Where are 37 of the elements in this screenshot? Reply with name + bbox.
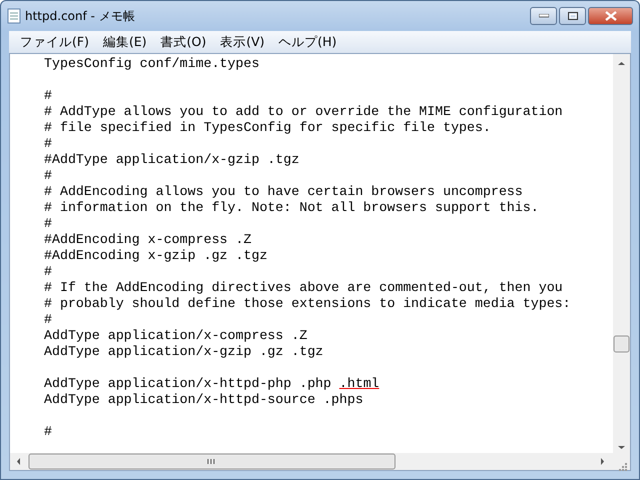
menu-item[interactable]: 書式(O)	[154, 32, 214, 52]
menu-item[interactable]: 編集(E)	[96, 32, 154, 52]
code-line: # file specified in TypesConfig for specific file types.	[44, 120, 492, 136]
code-line: #	[44, 216, 53, 232]
code-line: AddType application/x-httpd-source .phps	[44, 392, 364, 408]
code-line: TypesConfig conf/mime.types	[44, 56, 260, 72]
code-line: #	[44, 168, 53, 184]
menu-item[interactable]: ファイル(F)	[13, 32, 96, 52]
minimize-button[interactable]	[530, 7, 557, 25]
code-line: AddType application/x-httpd-php .php .html	[44, 376, 380, 392]
code-line: #AddEncoding x-compress .Z	[44, 232, 252, 248]
code-line: # information on the fly. Note: Not all browsers support this.	[44, 200, 540, 216]
minimize-icon	[538, 14, 548, 18]
code-line: #	[44, 424, 53, 440]
window-title: httpd.conf - メモ帳	[25, 8, 135, 25]
menu-item[interactable]: ヘルプ(H)	[272, 32, 344, 52]
vertical-scrollbar[interactable]	[613, 54, 630, 453]
code-line: #	[44, 136, 53, 152]
code-line: #	[44, 312, 53, 328]
code-line: #	[44, 264, 53, 280]
code-line: # probably should define those extensions to indicate media types:	[44, 296, 572, 312]
code-line: # AddEncoding allows you to have certain browsers uncompress	[44, 184, 524, 200]
size-grip-icon[interactable]	[619, 463, 627, 472]
horizontal-scrollbar[interactable]	[10, 453, 613, 470]
close-icon	[604, 11, 616, 21]
code-line: #AddEncoding x-gzip .gz .tgz	[44, 248, 268, 264]
code-line: AddType application/x-compress .Z	[44, 328, 308, 344]
code-line: #AddType application/x-gzip .tgz	[44, 152, 300, 168]
maximize-icon	[568, 12, 578, 20]
close-button[interactable]	[588, 7, 633, 25]
code-line: #	[44, 88, 53, 104]
notepad-icon	[7, 8, 21, 24]
maximize-button[interactable]	[559, 7, 586, 25]
menu-item[interactable]: 表示(V)	[213, 32, 272, 52]
code-line: # AddType allows you to add to or override the MIME configuration	[44, 104, 564, 120]
code-line: # If the AddEncoding directives above are commented-out, then you	[44, 280, 564, 296]
code-line: AddType application/x-gzip .gz .tgz	[44, 344, 324, 360]
